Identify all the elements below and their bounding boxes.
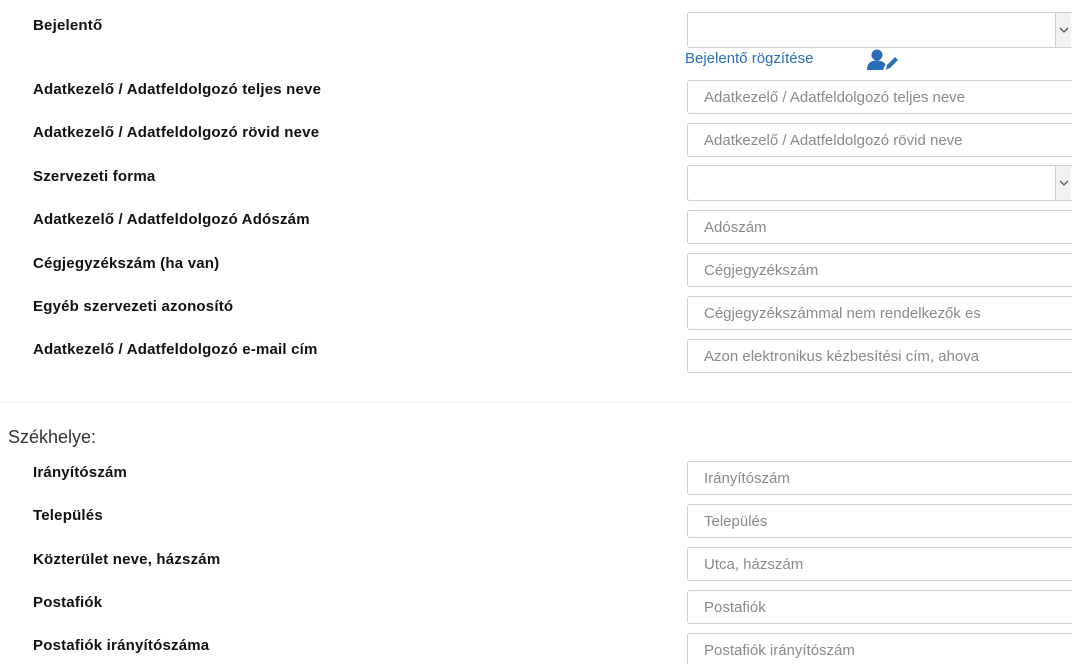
zip-label: Irányítószám — [33, 464, 128, 481]
entity-registration-form: Bejelentő Bejelentő rögzítése Adatkezelő… — [0, 0, 1072, 664]
city-label: Település — [33, 507, 103, 524]
street-input[interactable] — [687, 547, 1072, 581]
other-id-input[interactable] — [687, 296, 1072, 330]
company-reg-input[interactable] — [687, 253, 1072, 287]
bejelento-label: Bejelentő — [33, 17, 103, 34]
chevron-down-icon[interactable] — [1055, 13, 1071, 47]
bejelento-add-link[interactable]: Bejelentő rögzítése — [685, 50, 813, 67]
tax-number-input[interactable] — [687, 210, 1072, 244]
zip-input[interactable] — [687, 461, 1072, 495]
org-form-label: Szervezeti forma — [33, 168, 156, 185]
other-id-label: Egyéb szervezeti azonosító — [33, 298, 234, 315]
short-name-input[interactable] — [687, 123, 1072, 157]
short-name-label: Adatkezelő / Adatfeldolgozó rövid neve — [33, 124, 320, 141]
po-box-label: Postafiók — [33, 594, 103, 611]
full-name-label: Adatkezelő / Adatfeldolgozó teljes neve — [33, 81, 322, 98]
section-divider — [0, 402, 1072, 403]
org-form-select[interactable] — [687, 165, 1072, 201]
full-name-input[interactable] — [687, 80, 1072, 114]
bejelento-select[interactable] — [687, 12, 1072, 48]
chevron-down-icon[interactable] — [1055, 166, 1071, 200]
po-box-zip-label: Postafiók irányítószáma — [33, 637, 210, 654]
city-input[interactable] — [687, 504, 1072, 538]
seat-section-title: Székhelye: — [8, 427, 97, 447]
street-label: Közterület neve, házszám — [33, 551, 221, 568]
company-reg-label: Cégjegyzékszám (ha van) — [33, 255, 220, 272]
user-edit-icon[interactable] — [866, 48, 900, 72]
email-input[interactable] — [687, 339, 1072, 373]
tax-number-label: Adatkezelő / Adatfeldolgozó Adószám — [33, 211, 310, 228]
po-box-input[interactable] — [687, 590, 1072, 624]
po-box-zip-input[interactable] — [687, 633, 1072, 664]
email-label: Adatkezelő / Adatfeldolgozó e-mail cím — [33, 341, 318, 358]
